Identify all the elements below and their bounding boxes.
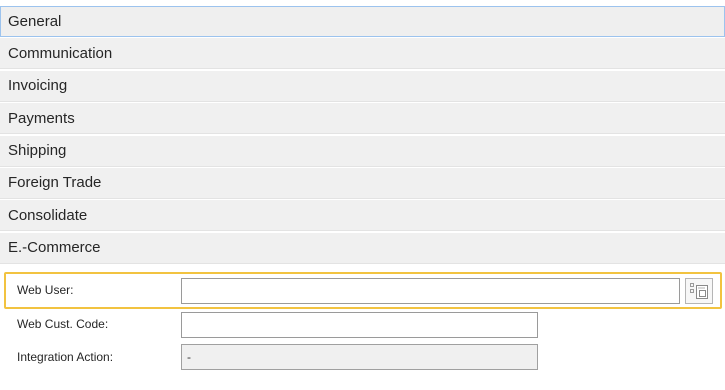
web-cust-code-row: Web Cust. Code: bbox=[4, 311, 722, 341]
web-user-input[interactable] bbox=[181, 278, 680, 304]
section-communication[interactable]: Communication bbox=[0, 38, 725, 70]
section-consolidate[interactable]: Consolidate bbox=[0, 200, 725, 232]
section-label: Foreign Trade bbox=[8, 174, 102, 192]
lookup-icon bbox=[690, 283, 708, 299]
section-general[interactable]: General bbox=[0, 6, 725, 37]
section-list: General Communication Invoicing Payments… bbox=[0, 6, 725, 265]
section-payments[interactable]: Payments bbox=[0, 103, 725, 135]
section-label: E.-Commerce bbox=[8, 239, 101, 257]
web-user-row: Web User: bbox=[4, 272, 722, 309]
section-foreign-trade[interactable]: Foreign Trade bbox=[0, 167, 725, 199]
integration-action-row: Integration Action: - bbox=[4, 343, 722, 373]
web-cust-code-label: Web Cust. Code: bbox=[17, 317, 109, 331]
section-label: General bbox=[8, 13, 62, 30]
section-label: Invoicing bbox=[8, 77, 68, 95]
section-label: Communication bbox=[8, 44, 113, 62]
web-user-label: Web User: bbox=[17, 283, 74, 297]
section-e-commerce[interactable]: E.-Commerce bbox=[0, 232, 725, 264]
section-invoicing[interactable]: Invoicing bbox=[0, 70, 725, 102]
web-user-lookup-button[interactable] bbox=[685, 278, 713, 304]
section-label: Consolidate bbox=[8, 206, 88, 224]
integration-action-label: Integration Action: bbox=[17, 350, 114, 364]
section-shipping[interactable]: Shipping bbox=[0, 135, 725, 167]
integration-action-field: - bbox=[181, 344, 538, 370]
section-label: Payments bbox=[8, 109, 75, 127]
section-label: Shipping bbox=[8, 142, 67, 160]
web-cust-code-input[interactable] bbox=[181, 312, 538, 338]
